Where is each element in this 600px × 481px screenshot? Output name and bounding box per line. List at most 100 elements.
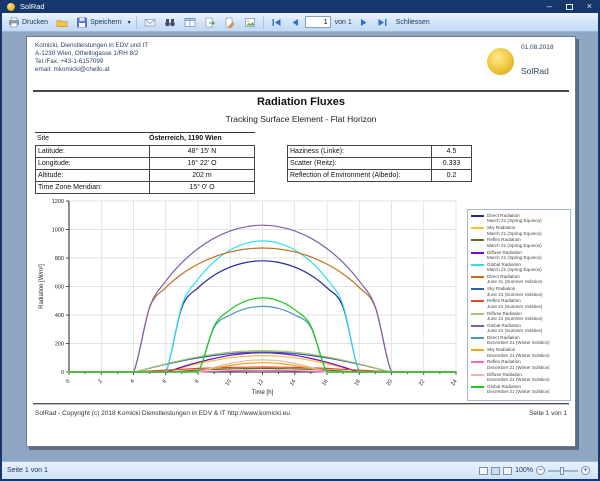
last-page-button[interactable] [374,16,391,29]
printer-icon [8,17,20,28]
page-setup-button[interactable] [53,16,71,29]
table-cell-value: 202 m [150,170,254,181]
legend-swatch [471,276,484,278]
svg-text:20: 20 [386,379,394,387]
separator [263,16,264,29]
legend-label: Reflex RadiationMarch 21 (Spring Equinox… [487,237,542,248]
minimize-button[interactable]: – [547,2,552,11]
close-preview-button[interactable]: Schliessen [393,18,433,27]
parameters-table: Haziness (Linke):4.5Scatter (Reitz):0.33… [287,145,472,182]
previous-page-button[interactable] [287,16,303,29]
zoom-in-button[interactable]: + [581,466,590,475]
previous-page-icon [290,17,300,28]
svg-text:0: 0 [65,379,72,385]
table-cell-label: Longitude: [36,158,150,169]
svg-text:6: 6 [162,379,169,385]
table-row: Scatter (Reitz):0.333 [288,157,471,169]
maximize-button[interactable] [566,4,573,10]
legend-entry: Direct RadiationJune 21 (Summer Solstice… [470,274,568,285]
export-icon [204,17,216,28]
export-button[interactable] [201,16,219,29]
legend-swatch [471,300,484,302]
report-page: Komicki, Dienstleistungen in EDV und ITA… [26,36,576,447]
svg-text:8: 8 [194,379,201,385]
edit-button[interactable] [221,16,239,29]
svg-text:0: 0 [61,370,64,376]
first-page-button[interactable] [268,16,285,29]
legend-label: Global RadiationMarch 21 (Spring Equinox… [487,262,542,273]
table-cell-value: 16° 22' O [150,158,254,169]
svg-text:22: 22 [418,379,426,387]
legend-label: Direct RadiationMarch 21 (Spring Equinox… [487,213,542,224]
zoom-slider[interactable] [548,470,578,472]
print-button[interactable]: Drucken [5,16,51,29]
report-subtitle: Tracking Surface Element - Flat Horizon [27,114,575,124]
legend-swatch [471,325,484,327]
legend-entry: Diffuse RadiationDecember 21 (Winter Sol… [470,372,568,383]
zoom-out-button[interactable]: − [536,466,545,475]
svg-text:24: 24 [450,379,458,387]
watermark-button[interactable] [241,16,259,29]
legend-swatch [471,239,484,241]
table-row: Longitude:16° 22' O [36,157,254,169]
legend-swatch [471,337,484,339]
page-number-input[interactable] [305,16,331,28]
legend-entry: Reflex RadiationJune 21 (Summer Solstice… [470,298,568,309]
columns-icon [184,17,196,28]
close-preview-label: Schliessen [396,19,430,26]
legend-label: Sky RadiationDecember 21 (Winter Solstic… [487,347,550,358]
legend-entry: Global RadiationJune 21 (Summer Solstice… [470,323,568,334]
email-button[interactable] [141,16,159,29]
table-cell-label: Altitude: [36,170,150,181]
save-button[interactable]: Speichern [73,16,125,29]
window-title: SolRad [20,2,45,11]
header-divider [33,90,569,92]
find-button[interactable] [161,16,179,29]
company-address-block: Komicki, Dienstleistungen in EDV und ITA… [35,42,148,74]
solrad-window: SolRad – × Drucken Speichern ▾ [0,0,600,481]
single-page-view-icon[interactable] [479,467,488,475]
legend-label: Direct RadiationJune 21 (Summer Solstice… [487,274,542,285]
legend-entry: Direct RadiationDecember 21 (Winter Sols… [470,335,568,346]
legend-entry: Sky RadiationDecember 21 (Winter Solstic… [470,347,568,358]
svg-text:1200: 1200 [52,199,64,205]
save-dropdown-button[interactable]: ▾ [127,18,132,27]
picture-icon [244,17,256,28]
legend-label: Sky RadiationJune 21 (Summer Solstice) [487,286,542,297]
legend-swatch [471,313,484,315]
legend-swatch [471,215,484,217]
zoom-slider-thumb[interactable] [560,467,564,475]
columns-button[interactable] [181,16,199,29]
next-page-button[interactable] [356,16,372,29]
legend-entry: Reflex RadiationMarch 21 (Spring Equinox… [470,237,568,248]
table-cell-label: Reflection of Environment (Albedo): [288,170,432,181]
site-value: Österreich, 1190 Wien [149,135,255,142]
legend-label: Diffuse RadiationDecember 21 (Winter Sol… [487,372,550,383]
svg-text:Time [h]: Time [h] [252,390,274,396]
svg-text:Radiation [W/m²]: Radiation [W/m²] [39,264,45,309]
legend-entry: Sky RadiationJune 21 (Summer Solstice) [470,286,568,297]
envelope-icon [144,17,156,28]
table-row: Haziness (Linke):4.5 [288,146,471,157]
legend-entry: Diffuse RadiationJune 21 (Summer Solstic… [470,311,568,322]
footer-copyright: SolRad - Copyright (c) 2018 Komicki Dien… [35,410,290,417]
legend-swatch [471,264,484,266]
table-cell-label: Scatter (Reitz): [288,158,432,169]
svg-text:1000: 1000 [52,228,64,234]
table-row: Latitude:48° 15' N [36,146,254,157]
multi-page-view-icon[interactable] [491,467,500,475]
table-cell-value: 4.5 [432,146,471,157]
legend-label: Reflex RadiationDecember 21 (Winter Sols… [487,359,550,370]
statusbar-zoom-group: 100% − + [479,466,598,475]
legend-entry: Direct RadiationMarch 21 (Spring Equinox… [470,213,568,224]
legend-label: Reflex RadiationJune 21 (Summer Solstice… [487,298,542,309]
legend-entry: Global RadiationDecember 21 (Winter Sols… [470,384,568,395]
print-label: Drucken [22,19,48,26]
next-page-icon [359,17,369,28]
svg-text:18: 18 [353,379,361,387]
close-button[interactable]: × [587,2,592,11]
table-cell-label: Latitude: [36,146,150,157]
legend-swatch [471,374,484,376]
page-width-view-icon[interactable] [503,467,512,475]
last-page-icon [377,17,388,28]
